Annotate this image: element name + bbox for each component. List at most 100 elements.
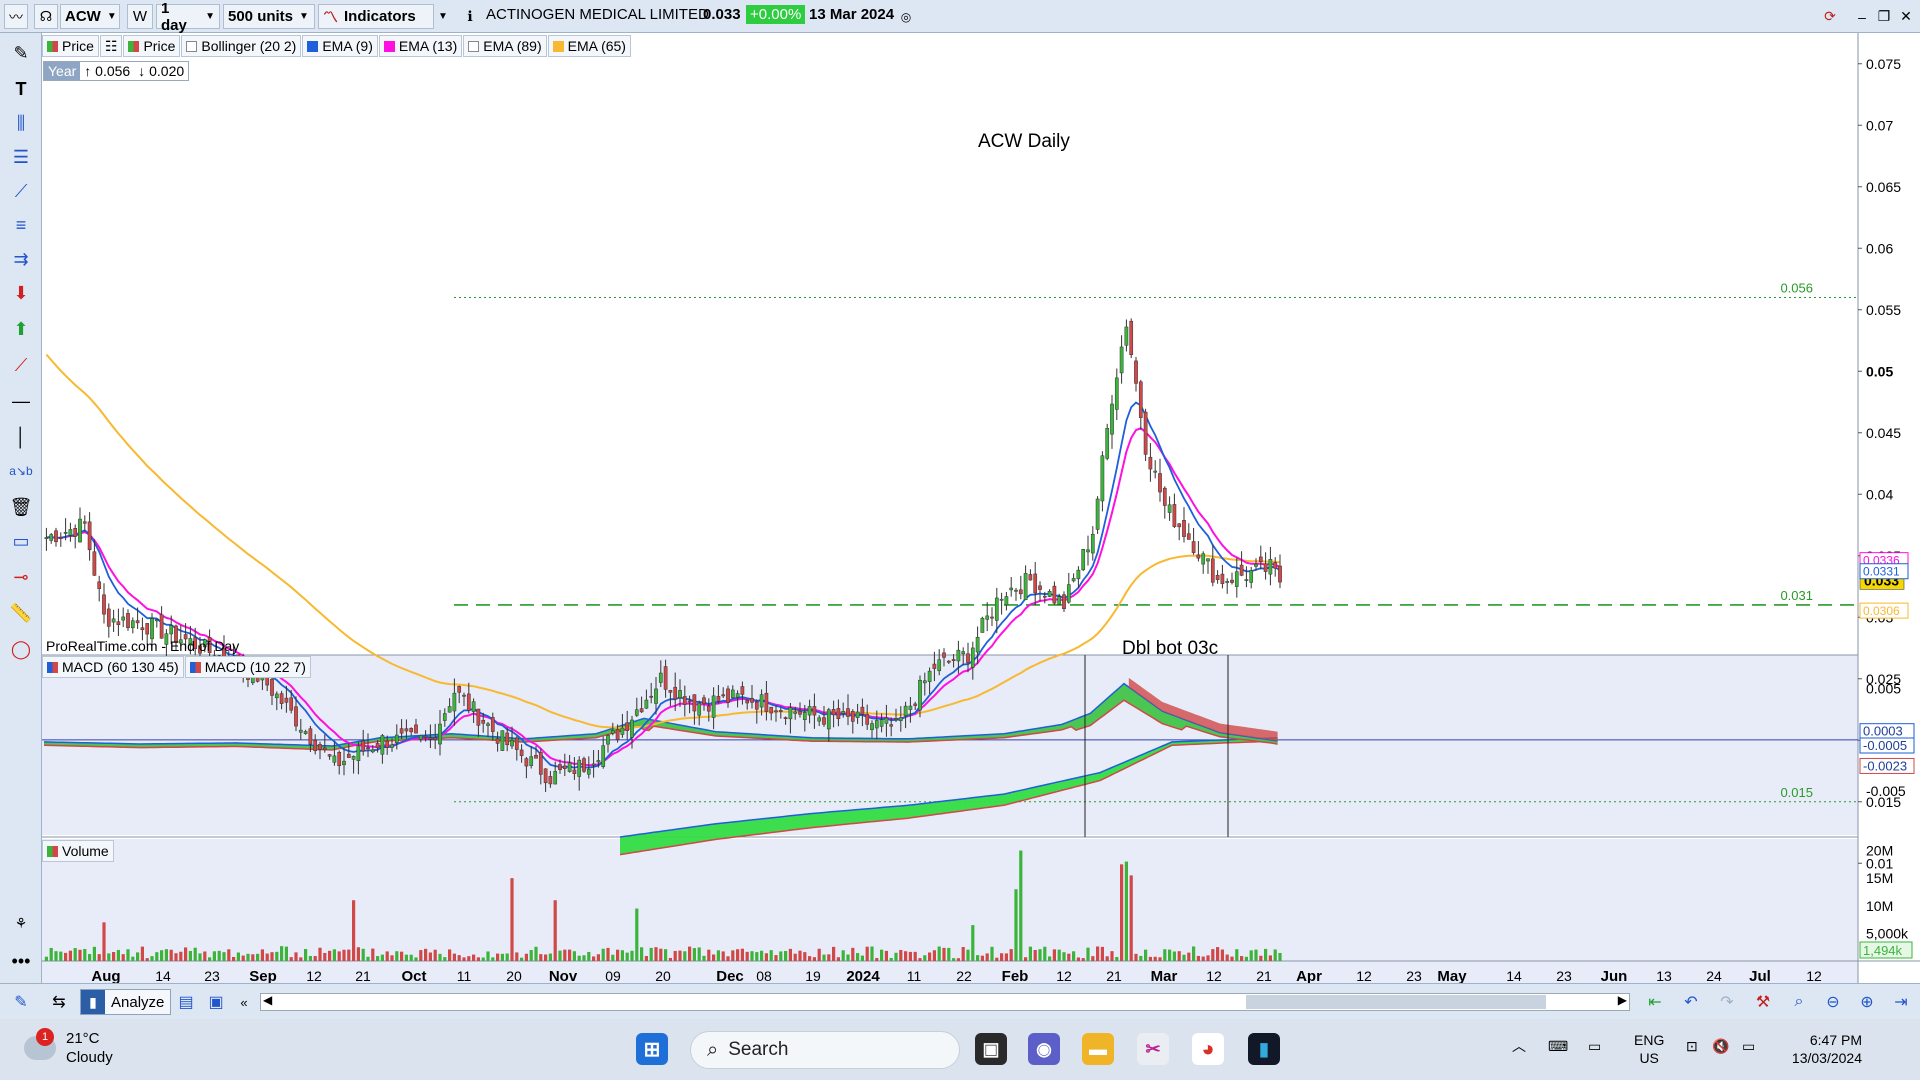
- x-tick-label: Jun: [1601, 968, 1628, 983]
- candle-body: [1206, 558, 1210, 562]
- x-tick-label: Nov: [549, 968, 578, 983]
- legend-price-2[interactable]: Price: [123, 35, 181, 57]
- legend-volume[interactable]: Volume: [42, 840, 114, 862]
- prorealtime-icon[interactable]: ▮: [1248, 1033, 1280, 1065]
- teams-icon[interactable]: ◉: [1028, 1033, 1060, 1065]
- scroll-left-icon[interactable]: ◀: [263, 993, 272, 1007]
- share-icon[interactable]: ⇆: [44, 990, 74, 1014]
- price-tick-label: 0.06: [1866, 240, 1893, 256]
- legend-bollinger[interactable]: Bollinger (20 2): [181, 35, 302, 57]
- analysis-icon[interactable]: ⚒: [1750, 990, 1776, 1014]
- candle-body: [346, 753, 351, 758]
- chat-icon[interactable]: ▤: [174, 990, 198, 1014]
- battery-icon[interactable]: ▭: [1742, 1037, 1755, 1055]
- info-icon[interactable]: ℹ: [460, 4, 480, 29]
- auto-scroll-icon[interactable]: ⇤: [1642, 990, 1668, 1014]
- abc-icon[interactable]: a↘b: [6, 457, 36, 485]
- tray-chevron-icon[interactable]: ︿: [1512, 1037, 1526, 1055]
- segment-icon[interactable]: ⊸: [6, 563, 36, 591]
- interval-select[interactable]: 1 day ▼: [156, 0, 220, 34]
- rectangle-icon[interactable]: ▭: [6, 527, 36, 555]
- redo-icon[interactable]: ↷: [1714, 990, 1740, 1014]
- indicators-button[interactable]: 〽 Indicators: [318, 4, 434, 29]
- scroll-end-icon[interactable]: ⇥: [1888, 990, 1914, 1014]
- minimize-icon[interactable]: –: [1850, 4, 1874, 29]
- horizontal-scrollbar[interactable]: ◀ ▶: [260, 993, 1630, 1011]
- chart-type-icon[interactable]: 〰: [4, 4, 28, 29]
- up-arrow-icon[interactable]: ⬆: [6, 315, 36, 343]
- windows-start-icon[interactable]: ⊞: [636, 1033, 668, 1065]
- volume-bar: [1196, 955, 1200, 961]
- ellipse-icon[interactable]: ◯: [6, 635, 36, 663]
- zoom-out-icon[interactable]: ⊖: [1820, 990, 1846, 1014]
- legend-price-1[interactable]: Price: [42, 35, 99, 57]
- candle-body: [342, 760, 346, 766]
- horizontal-line-icon[interactable]: —: [6, 387, 36, 415]
- task-view-icon[interactable]: ▣: [975, 1033, 1007, 1065]
- candle-body: [68, 529, 73, 536]
- analyze-button[interactable]: ▮ Analyze: [80, 989, 172, 1015]
- trash-icon[interactable]: 🗑: [6, 493, 36, 521]
- alert-bell-icon[interactable]: ☊: [34, 4, 58, 29]
- chart-area[interactable]: 0.056 0.031 0.015 0.075 0.07 0.065 0.06 0.055 0…: [42, 33, 1920, 992]
- collapse-icon[interactable]: «: [234, 990, 254, 1014]
- language-indicator[interactable]: ENG US: [1634, 1031, 1664, 1067]
- vertical-line-icon[interactable]: ⫼: [6, 109, 36, 137]
- fibonacci-icon[interactable]: ☰: [6, 143, 36, 171]
- candle-body: [140, 627, 145, 631]
- price-tick-label: 0.07: [1866, 117, 1893, 133]
- legend-ema89[interactable]: EMA (89): [463, 35, 547, 57]
- down-arrow-icon[interactable]: ⬇: [6, 279, 36, 307]
- legend-ema9[interactable]: EMA (9): [302, 35, 378, 57]
- network-icon[interactable]: ⊡: [1686, 1037, 1698, 1055]
- clock[interactable]: 6:47 PM 13/03/2024: [1782, 1031, 1862, 1067]
- retracement-icon[interactable]: ≡: [6, 211, 36, 239]
- chrome-icon[interactable]: ◕: [1192, 1033, 1224, 1065]
- volume-bar: [606, 947, 610, 961]
- legend-macd-2[interactable]: MACD (10 22 7): [184, 656, 311, 678]
- zoom-in-icon[interactable]: ⊕: [1854, 990, 1880, 1014]
- taskbar-search[interactable]: ⌕ Search: [690, 1031, 960, 1069]
- vertical-bar-icon[interactable]: │: [6, 423, 36, 451]
- legend-ema65[interactable]: EMA (65): [547, 35, 631, 57]
- scrollbar-thumb[interactable]: [1246, 995, 1546, 1009]
- ruler-icon[interactable]: 📏: [6, 599, 36, 627]
- display-icon[interactable]: ▭: [1588, 1037, 1601, 1055]
- more-icon[interactable]: •••: [6, 947, 36, 975]
- weather-widget[interactable]: 1 21°C Cloudy: [24, 1028, 113, 1067]
- screenshot-icon[interactable]: ▣: [204, 990, 228, 1014]
- legend-list-button[interactable]: ☷: [99, 35, 123, 57]
- volume-bar: [884, 950, 888, 961]
- file-explorer-icon[interactable]: ▬: [1082, 1033, 1114, 1065]
- chart-canvas[interactable]: 0.056 0.031 0.015 0.075 0.07 0.065 0.06 0.055 0…: [42, 33, 1920, 992]
- layers-icon[interactable]: ⚘: [6, 909, 36, 937]
- text-tool-icon[interactable]: T: [6, 75, 36, 103]
- units-select[interactable]: 500 units ▼: [223, 4, 315, 29]
- close-icon[interactable]: ✕: [1894, 4, 1918, 29]
- volume-muted-icon[interactable]: 🔇: [1712, 1037, 1729, 1055]
- w-button[interactable]: W: [127, 4, 153, 29]
- clock-icon[interactable]: ◎: [898, 4, 914, 29]
- scroll-right-icon[interactable]: ▶: [1618, 993, 1627, 1007]
- restore-icon[interactable]: ❐: [1872, 4, 1896, 29]
- cloud-icon: 1: [24, 1028, 56, 1060]
- keyboard-icon[interactable]: ⌨: [1548, 1037, 1568, 1055]
- fan-icon[interactable]: ⟋: [6, 177, 36, 205]
- snipping-tool-icon[interactable]: ✂: [1137, 1033, 1169, 1065]
- volume-bar: [88, 954, 92, 961]
- volume-bar: [270, 952, 274, 961]
- undo-icon[interactable]: ↶: [1678, 990, 1704, 1014]
- zoom-fit-icon[interactable]: ⌕: [1786, 990, 1812, 1014]
- symbol-select[interactable]: ACW ▼: [60, 4, 120, 29]
- draw-mode-icon[interactable]: ✎: [6, 990, 36, 1014]
- pencil-icon[interactable]: ✎: [6, 39, 36, 67]
- chevron-down-icon[interactable]: ▼: [434, 4, 452, 29]
- channel-icon[interactable]: ⇉: [6, 245, 36, 273]
- candle-body: [500, 730, 505, 751]
- trend-line-icon[interactable]: ⟋: [6, 351, 36, 379]
- volume-bar: [126, 949, 130, 961]
- legend-ema13[interactable]: EMA (13): [378, 35, 463, 57]
- legend-macd-1[interactable]: MACD (60 130 45): [42, 656, 184, 678]
- volume-bar: [524, 953, 528, 961]
- refresh-icon[interactable]: ⟳: [1818, 4, 1842, 29]
